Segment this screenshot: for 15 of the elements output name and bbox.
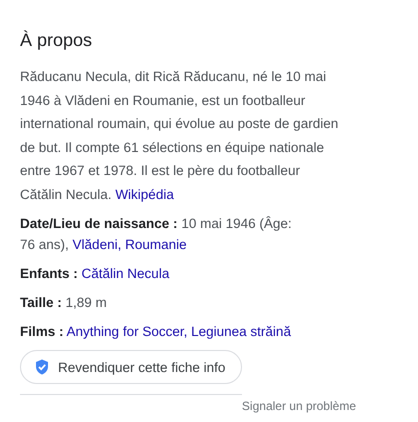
fact-line: Films : Anything for Soccer, Legiunea străină — [20, 323, 292, 341]
fact-line: Enfants : Cătălin Necula — [20, 265, 170, 283]
wikipedia-link[interactable]: Wikipédia — [115, 186, 174, 202]
fact-link[interactable]: Vlădeni, — [72, 237, 122, 252]
section-title: À propos — [20, 29, 94, 52]
description-paragraph: Răducanu Necula, dit Rică Răducanu, né le 10 mai 1946 à Vlădeni en Roumanie, est un footballeur international roumain, qui évolue au poste de gardien de but. Il compte 61 sélections en équipe nationale entre 1967 et 1978. Il est le père du footballeur Cătălin Necula. Wikipédia — [20, 68, 340, 204]
shield-check-icon — [35, 359, 49, 375]
fact-link[interactable]: Legiunea străină — [191, 324, 291, 339]
fact-link[interactable]: Roumanie — [125, 237, 187, 252]
report-link[interactable]: Signaler un problème — [242, 399, 356, 413]
fact-line: Date/Lieu de naissance : 10 mai 1946 (Âge: 76 ans), Vlădeni, Roumanie — [20, 215, 293, 254]
claim-button[interactable]: Revendiquer cette fiche info — [20, 350, 242, 384]
fact-line: Taille : 1,89 m — [20, 294, 108, 312]
fact-link[interactable]: Anything for Soccer, — [66, 324, 188, 339]
fact-link[interactable]: Cătălin Necula — [82, 266, 170, 281]
